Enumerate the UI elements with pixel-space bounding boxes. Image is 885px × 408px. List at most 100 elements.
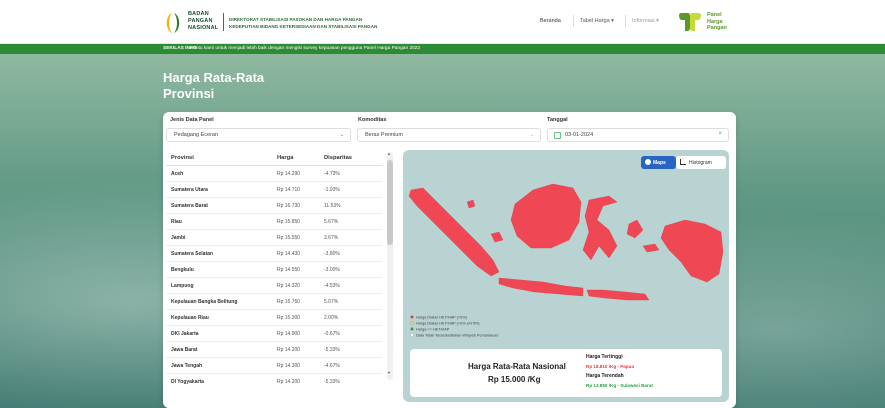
price-value: Rp 14.300: [277, 363, 301, 369]
disparity-value: -3.00%: [324, 267, 340, 273]
scroll-up-icon[interactable]: ▲: [387, 151, 391, 156]
province-name: Jawa Tengah: [171, 363, 203, 369]
price-value: Rp 15.760: [277, 299, 301, 305]
header-disparitas[interactable]: Disparitas: [324, 155, 352, 161]
disparity-value: 2.00%: [324, 315, 339, 321]
province-name: Lampung: [171, 283, 194, 289]
komoditas-select[interactable]: Beras Premium ⌄: [357, 128, 541, 142]
org-line-2: KEDEPUTIAN BIDANG KETERSEDIAAN DAN STABI…: [229, 24, 378, 29]
table-row[interactable]: Sumatera Utara Rp 14.710 -1.93%: [166, 182, 382, 198]
disparity-value: 5.67%: [324, 219, 339, 225]
price-value: Rp 14.200: [277, 379, 301, 385]
calendar-icon: [554, 132, 561, 139]
tanggal-input[interactable]: 03-01-2024 ×: [547, 128, 729, 142]
highest-price-value: Rp 18.810 /Kg - Papua: [586, 364, 634, 369]
komoditas-value: Beras Premium: [365, 132, 403, 138]
chevron-down-icon: ⌄: [529, 132, 534, 138]
chevron-down-icon: ⌄: [339, 132, 344, 138]
header-divider: [223, 13, 224, 31]
disparity-value: -4.53%: [324, 283, 340, 289]
logo-line: PANGAN: [188, 18, 213, 24]
legend-dot-white: [410, 333, 414, 337]
komoditas-label: Komoditas: [358, 117, 387, 123]
page-title: Harga Rata-Rata Provinsi: [163, 70, 265, 101]
nav-tabel-harga[interactable]: Tabel Harga ▾: [580, 18, 614, 24]
panel-harga-logo-icon[interactable]: [677, 12, 703, 32]
scroll-down-icon[interactable]: ▼: [387, 370, 391, 375]
table-row[interactable]: Lampung Rp 14.320 -4.53%: [166, 278, 382, 294]
price-value: Rp 14.550: [277, 267, 301, 273]
price-value: Rp 14.290: [277, 171, 301, 177]
badan-pangan-logo-icon[interactable]: [163, 12, 183, 34]
legend-label: Harga Diatas HET/HAP (>5%): [416, 316, 468, 320]
table-row[interactable]: Sumatera Barat Rp 16.730 11.53%: [166, 198, 382, 214]
bangka-shape: [490, 231, 504, 243]
province-name: DI Yogyakarta: [171, 379, 204, 385]
national-average-title: Harga Rata-Rata Nasional: [468, 362, 566, 371]
legend-dot-green: [410, 327, 414, 331]
maluku-shape: [626, 219, 660, 253]
legend-label: Harga <= HET/HAP: [416, 328, 450, 332]
price-value: Rp 15.850: [277, 219, 301, 225]
disparity-value: -3.80%: [324, 251, 340, 257]
table-row[interactable]: Jawa Tengah Rp 14.300 -4.67%: [166, 358, 382, 374]
national-summary-box: [410, 349, 722, 397]
disparity-value: 11.53%: [324, 203, 341, 209]
table-row[interactable]: DKI Jakarta Rp 14.900 -0.67%: [166, 326, 382, 342]
table-row[interactable]: Riau Rp 15.850 5.67%: [166, 214, 382, 230]
jenis-data-select[interactable]: Pedagang Eceran ⌄: [166, 128, 351, 142]
jenis-data-value: Pedagang Eceran: [174, 132, 219, 138]
legend-dot-yellow: [410, 321, 414, 325]
nav-divider: [573, 15, 574, 27]
province-name: Kepulauan Riau: [171, 315, 209, 321]
price-value: Rp 16.730: [277, 203, 301, 209]
legend-label: Harga Diatas HET/HAP (>0% s/d 5%): [416, 322, 480, 326]
header-harga[interactable]: Harga: [277, 155, 293, 161]
table-row[interactable]: DI Yogyakarta Rp 14.200 -5.33%: [166, 374, 382, 388]
province-name: Aceh: [171, 171, 184, 177]
ticker-text[interactable]: Bantu kami untuk menjadi lebih baik deng…: [190, 46, 420, 51]
kalimantan-shape: [510, 183, 582, 249]
price-value: Rp 14.320: [277, 283, 301, 289]
legend-label: Data Tidak Tersedia/Bukan Wilayah Pemant…: [416, 334, 498, 338]
header-provinsi[interactable]: Provinsi: [171, 155, 194, 161]
brand-line: Pangan: [707, 25, 727, 31]
papua-shape: [660, 219, 724, 283]
disparity-value: -1.93%: [324, 187, 340, 193]
logo-text: BADAN PANGAN NASIONAL: [188, 11, 218, 32]
lowest-price-title: Harga Terendah: [586, 373, 624, 379]
table-row[interactable]: Kepulauan Riau Rp 15.300 2.00%: [166, 310, 382, 326]
province-name: Riau: [171, 219, 182, 225]
table-row[interactable]: Kepulauan Bangka Belitung Rp 15.760 5.07%: [166, 294, 382, 310]
clear-icon[interactable]: ×: [718, 131, 722, 137]
sulawesi-shape: [582, 195, 618, 261]
sumatera-shape: [408, 187, 500, 277]
disparity-value: 3.67%: [324, 235, 339, 241]
nav-beranda[interactable]: Beranda: [540, 18, 561, 24]
logo-line: BADAN: [188, 11, 209, 17]
province-name: Kepulauan Bangka Belitung: [171, 299, 238, 305]
province-shapes: [408, 183, 724, 301]
brand-text: Panel Harga Pangan: [707, 12, 727, 32]
table-row[interactable]: Bengkulu Rp 14.550 -3.00%: [166, 262, 382, 278]
nav-divider: [625, 15, 626, 27]
province-name: Sumatera Utara: [171, 187, 208, 193]
province-name: Sumatera Barat: [171, 203, 208, 209]
table-row[interactable]: Jambi Rp 15.550 3.67%: [166, 230, 382, 246]
top-navbar: [0, 0, 885, 44]
price-value: Rp 14.200: [277, 347, 301, 353]
nav-informasi[interactable]: Informasi ▾: [632, 18, 659, 24]
highest-price-title: Harga Tertinggi: [586, 354, 623, 360]
scrollbar-thumb[interactable]: [387, 160, 393, 245]
bali-nusa-shape: [586, 289, 650, 301]
table-row[interactable]: Sumatera Selatan Rp 14.430 -3.80%: [166, 246, 382, 262]
province-name: Sumatera Selatan: [171, 251, 213, 257]
price-value: Rp 14.430: [277, 251, 301, 257]
province-name: DKI Jakarta: [171, 331, 199, 337]
legend: Harga Diatas HET/HAP (>5%) Harga Diatas …: [410, 315, 498, 338]
table-row[interactable]: Aceh Rp 14.290 -4.73%: [166, 166, 382, 182]
disparity-value: -4.73%: [324, 171, 340, 177]
disparity-value: -0.67%: [324, 331, 340, 337]
tanggal-value: 03-01-2024: [565, 132, 594, 138]
table-row[interactable]: Jawa Barat Rp 14.200 -5.33%: [166, 342, 382, 358]
